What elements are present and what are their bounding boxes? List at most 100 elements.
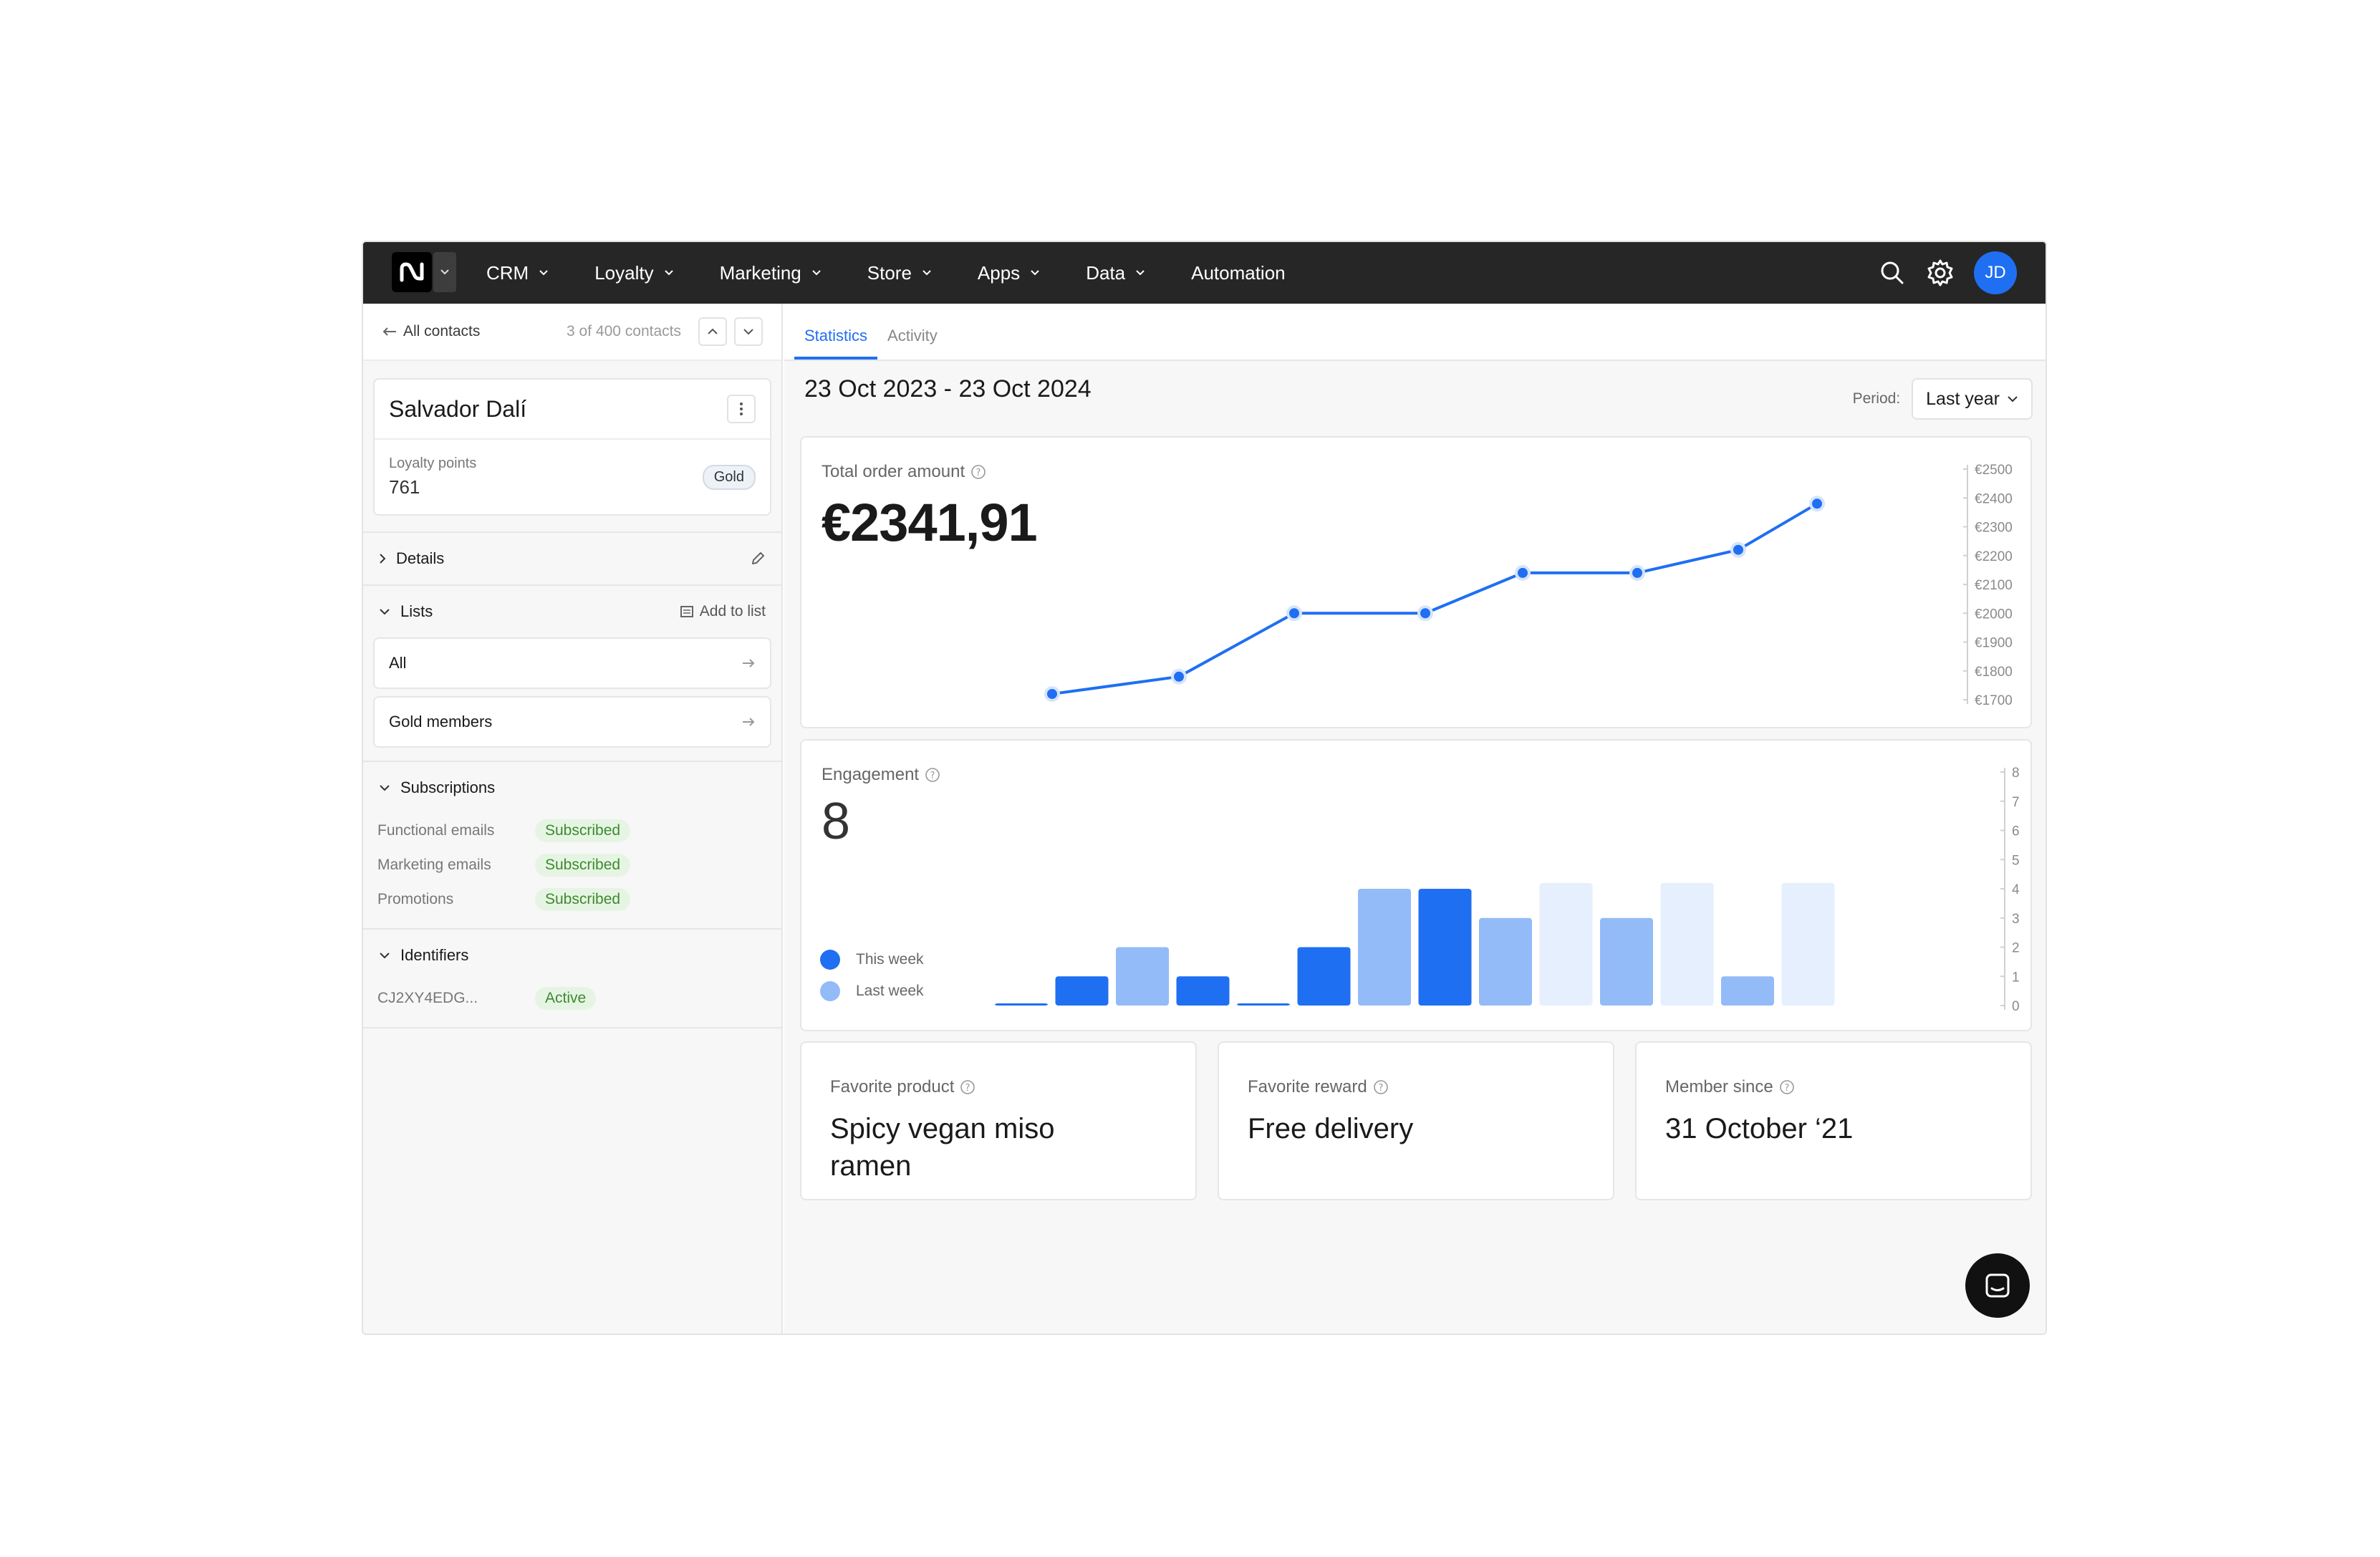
data-point <box>1515 564 1531 581</box>
help-icon[interactable]: ? <box>1779 1079 1795 1095</box>
top-right-actions: JD <box>1878 251 2017 294</box>
arrow-right-icon <box>743 659 755 667</box>
nav-crm[interactable]: CRM <box>486 262 549 284</box>
data-point <box>1044 685 1060 702</box>
engagement-bar <box>1358 889 1411 1006</box>
list-item-all[interactable]: All <box>373 637 771 689</box>
engagement-bar <box>1539 882 1593 1006</box>
contact-sidebar: All contacts 3 of 400 contacts Salvador … <box>363 304 783 1334</box>
favorite-product-card: Favorite product ? Spicy vegan miso rame… <box>800 1041 1197 1200</box>
member-since-label-text: Member since <box>1665 1077 1773 1096</box>
all-contacts-link[interactable]: All contacts <box>403 323 480 340</box>
app-window: CRM Loyalty Marketing Store Apps Data Au… <box>362 241 2047 1335</box>
total-order-line-chart: €2500 €2400 €2300 €2200 €2100 €2000 €1900 €1800… <box>1044 463 2013 708</box>
favorite-product-label: Favorite product ? <box>830 1077 1167 1097</box>
subscriptions-label: Subscriptions <box>400 778 496 796</box>
contact-navigation-row: All contacts 3 of 400 contacts <box>363 304 781 361</box>
engagement-bar <box>1781 882 1835 1006</box>
details-header[interactable]: Details <box>363 533 781 584</box>
subscription-label: Promotions <box>377 891 454 907</box>
subscription-row: Functional emails Subscribed <box>363 814 781 848</box>
y-tick-label: 8 <box>2012 766 2020 781</box>
subscription-status: Subscribed <box>535 888 631 911</box>
search-icon[interactable] <box>1878 259 1907 287</box>
chevron-down-icon <box>2008 396 2018 402</box>
favorite-reward-value: Free delivery <box>1248 1113 1414 1144</box>
main-panel: Statistics Activity 23 Oct 2023 - 23 Oct… <box>784 304 2046 1334</box>
identifiers-header[interactable]: Identifiers <box>363 930 781 981</box>
engagement-bar <box>995 1003 1048 1006</box>
nav-store[interactable]: Store <box>867 262 932 284</box>
identifier-status: Active <box>535 987 597 1010</box>
tab-activity[interactable]: Activity <box>877 327 948 360</box>
y-tick-label: €2100 <box>1975 578 2013 593</box>
engagement-card: Engagement ? 8 This week Last week 87654… <box>800 739 2032 1031</box>
identifier-row: CJ2XY4EDG... Active <box>363 981 781 1016</box>
subscription-label: Marketing emails <box>377 857 491 873</box>
period-dropdown[interactable]: Last year <box>1912 378 2033 420</box>
engagement-bar <box>1055 976 1109 1006</box>
contact-name: Salvador Dalí <box>389 395 527 422</box>
period-value: Last year <box>1926 388 2000 409</box>
lists-header[interactable]: Lists Add to list <box>363 586 781 637</box>
contact-count: 3 of 400 contacts <box>567 323 681 339</box>
add-to-list-label: Add to list <box>699 603 766 620</box>
total-order-card: Total order amount ? €2341,91 €2500 €2400… <box>800 436 2032 728</box>
identifiers-section: Identifiers CJ2XY4EDG... Active <box>363 928 781 1028</box>
identifier-value: CJ2XY4EDG... <box>377 990 478 1006</box>
user-avatar[interactable]: JD <box>1974 251 2017 294</box>
arrow-left-icon <box>382 327 396 336</box>
loyalty-points-label: Loyalty points <box>389 455 477 471</box>
favorite-reward-label: Favorite reward ? <box>1248 1077 1584 1097</box>
list-icon <box>680 606 693 617</box>
subscriptions-header[interactable]: Subscriptions <box>363 762 781 814</box>
engagement-bar <box>1237 1003 1290 1006</box>
y-tick-label: 7 <box>2012 795 2020 810</box>
more-options-button[interactable] <box>727 395 756 423</box>
nav-automation[interactable]: Automation <box>1191 262 1286 284</box>
gear-icon[interactable] <box>1925 258 1955 288</box>
engagement-bar-chart: 8 7 6 5 4 3 2 1 0 <box>995 766 2020 1014</box>
engagement-bar <box>1479 917 1532 1006</box>
loyalty-info: Loyalty points 761 Gold <box>375 440 770 514</box>
period-label: Period: <box>1852 390 1901 407</box>
y-tick-label: 4 <box>2012 882 2020 897</box>
help-icon[interactable]: ? <box>1373 1079 1389 1095</box>
chevron-down-icon <box>380 609 390 615</box>
svg-text:?: ? <box>1784 1083 1789 1094</box>
y-tick-label: 2 <box>2012 941 2020 956</box>
next-contact-button[interactable] <box>734 317 763 346</box>
nav-loyalty[interactable]: Loyalty <box>594 262 673 284</box>
chat-launcher-button[interactable] <box>1965 1253 2030 1318</box>
date-range: 23 Oct 2023 - 23 Oct 2024 <box>804 375 1092 402</box>
list-item-label: Gold members <box>389 713 493 731</box>
previous-contact-button[interactable] <box>698 317 727 346</box>
engagement-bar <box>1600 917 1653 1006</box>
kebab-menu-icon <box>740 402 743 415</box>
subscription-status: Subscribed <box>535 819 631 842</box>
member-since-card: Member since ? 31 October ‘21 <box>1635 1041 2032 1200</box>
lists-section: Lists Add to list All Gold members <box>363 584 781 748</box>
y-tick-label: 0 <box>2012 999 2020 1014</box>
list-item-gold-members[interactable]: Gold members <box>373 696 771 748</box>
nav-marketing[interactable]: Marketing <box>720 262 822 284</box>
nav-label: CRM <box>486 261 529 284</box>
edit-details-button[interactable] <box>750 551 766 567</box>
y-tick-label: €2000 <box>1975 607 2013 622</box>
period-selector: Period: Last year <box>1853 378 2033 420</box>
help-icon[interactable]: ? <box>960 1079 975 1095</box>
subscriptions-section: Subscriptions Functional emails Subscrib… <box>363 761 781 917</box>
workspace-switcher-button[interactable] <box>433 252 456 292</box>
brand-logo[interactable] <box>392 252 432 292</box>
add-to-list-button[interactable]: Add to list <box>680 603 766 620</box>
engagement-bar <box>1297 947 1351 1006</box>
favorite-product-value: Spicy vegan miso ramen <box>830 1113 1055 1182</box>
tab-statistics[interactable]: Statistics <box>794 327 878 360</box>
y-tick-label: 3 <box>2012 912 2020 927</box>
nav-data[interactable]: Data <box>1086 262 1145 284</box>
chevron-down-icon <box>743 329 753 335</box>
y-tick-label: €1900 <box>1975 636 2013 651</box>
chevron-down-icon <box>664 270 673 276</box>
data-point <box>1171 668 1187 685</box>
nav-apps[interactable]: Apps <box>978 262 1040 284</box>
